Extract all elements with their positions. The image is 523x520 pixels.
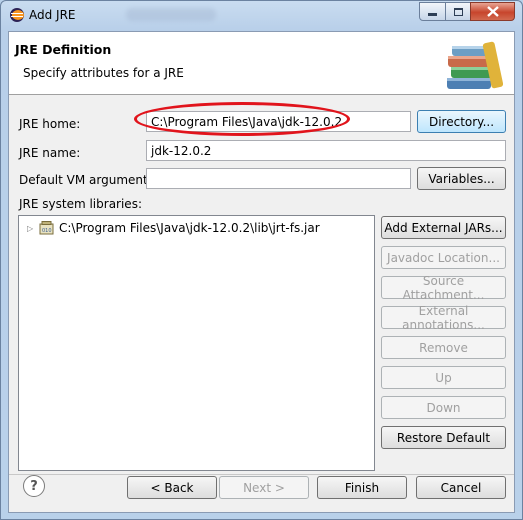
page-subtitle: Specify attributes for a JRE (23, 66, 184, 80)
jre-name-field[interactable]: jdk-12.0.2 (146, 140, 506, 161)
remove-button[interactable]: Remove (381, 336, 506, 359)
minimize-icon (428, 13, 437, 16)
blurred-title-text (126, 8, 216, 21)
system-libraries-label: JRE system libraries: (19, 197, 142, 211)
restore-default-button[interactable]: Restore Default (381, 426, 506, 449)
directory-button[interactable]: Directory... (417, 110, 506, 133)
system-libraries-tree[interactable]: ▷ 010 C:\Program Files\Java\jdk-12.0.2\l… (18, 215, 375, 471)
help-glyph: ? (30, 478, 38, 494)
svg-text:010: 010 (42, 228, 52, 234)
minimize-button[interactable] (419, 2, 446, 21)
tree-item[interactable]: ▷ 010 C:\Program Files\Java\jdk-12.0.2\l… (27, 221, 320, 235)
add-jre-dialog: Add JRE JRE Definition Specify attribute… (0, 0, 523, 520)
footer-divider (9, 474, 514, 475)
library-path: C:\Program Files\Java\jdk-12.0.2\lib\jrt… (59, 221, 320, 235)
expand-arrow-icon[interactable]: ▷ (27, 224, 37, 233)
help-icon[interactable]: ? (23, 475, 45, 497)
cancel-button[interactable]: Cancel (416, 476, 506, 499)
jar-icon: 010 (39, 221, 54, 235)
source-attachment-button[interactable]: Source Attachment... (381, 274, 506, 302)
external-annotations-button[interactable]: External annotations... (381, 304, 506, 332)
down-button[interactable]: Down (381, 396, 506, 419)
next-button[interactable]: Next > (219, 476, 309, 499)
jre-home-field[interactable]: C:\Program Files\Java\jdk-12.0.2 (146, 111, 411, 132)
up-button[interactable]: Up (381, 366, 506, 389)
window-title: Add JRE (29, 8, 76, 22)
close-button[interactable] (470, 2, 515, 21)
page-title: JRE Definition (15, 42, 112, 57)
eclipse-window-icon (10, 8, 24, 22)
javadoc-location-button[interactable]: Javadoc Location... (381, 246, 506, 269)
dialog-client-area: JRE Definition Specify attributes for a … (8, 31, 515, 513)
maximize-button[interactable] (445, 2, 471, 21)
finish-button[interactable]: Finish (317, 476, 407, 499)
header-banner: JRE Definition Specify attributes for a … (9, 32, 514, 95)
jre-name-label: JRE name: (19, 146, 81, 160)
add-external-jars-button[interactable]: Add External JARs... (381, 216, 506, 239)
vm-arguments-field[interactable] (146, 168, 411, 189)
books-icon (447, 41, 503, 89)
jre-home-label: JRE home: (19, 117, 81, 131)
vm-arguments-label: Default VM arguments: (19, 173, 159, 187)
close-icon (486, 6, 499, 17)
maximize-icon (453, 7, 463, 16)
back-button[interactable]: < Back (127, 476, 217, 499)
title-bar[interactable]: Add JRE (1, 1, 522, 31)
variables-button[interactable]: Variables... (417, 167, 506, 190)
